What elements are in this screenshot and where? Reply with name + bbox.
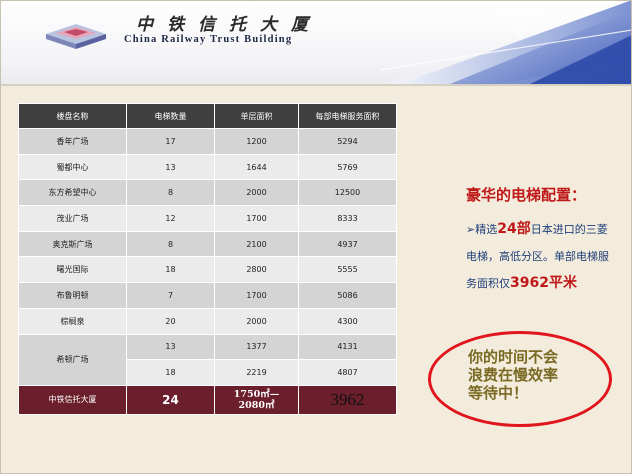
cell-name: 香年广场 <box>18 128 127 155</box>
panel-heading: 豪华的电梯配置： <box>466 186 587 204</box>
header-divider <box>0 84 632 86</box>
cell-elevators: 8 <box>126 230 215 258</box>
cell-elevators: 18 <box>126 256 215 284</box>
cell-service-area: 4131 <box>298 333 397 361</box>
column-header-elevators: 电梯数量 <box>126 103 215 129</box>
column-header-floor-area: 单层面积 <box>214 103 299 129</box>
table-row: 蜀都中心 13 1644 5769 <box>18 153 397 181</box>
cell-elevators: 7 <box>126 282 215 309</box>
logo-english-text: China Railway Trust Building <box>124 34 293 45</box>
table-total-row: 中铁信托大厦 24 1750㎡— 2080㎡ 3962 <box>18 384 397 415</box>
table-row: 棕榈泉 20 2000 4300 <box>18 307 397 335</box>
cell-elevators-total: 24 <box>126 384 215 415</box>
floor-area-range-start: 1750㎡— <box>233 388 280 400</box>
cell-name: 布鲁明顿 <box>18 282 127 309</box>
logo-chinese-text: 中铁信托大厦 <box>136 15 322 35</box>
cell-floor-area: 2000 <box>214 179 299 207</box>
callout-line-2: 浪费在慢效率 <box>468 366 559 384</box>
cell-floor-area: 1200 <box>214 128 299 155</box>
cell-name: 茂业广场 <box>18 205 127 232</box>
cell-floor-area: 1700 <box>214 205 299 232</box>
table-row: 曙光国际 18 2800 5555 <box>18 256 397 284</box>
column-header-name: 楼盘名称 <box>18 103 127 129</box>
cell-service-area-total: 3962 <box>298 384 397 415</box>
cell-elevators: 20 <box>126 307 215 335</box>
service-area-highlight: 3962平米 <box>510 275 577 291</box>
cell-name: 蜀都中心 <box>18 153 127 181</box>
cell-floor-area: 1644 <box>214 153 299 181</box>
cell-floor-area: 2219 <box>214 359 299 386</box>
table-row: 布鲁明顿 7 1700 5086 <box>18 282 397 309</box>
table-row: 香年广场 17 1200 5294 <box>18 128 397 155</box>
cell-elevators: 8 <box>126 179 215 207</box>
slide-header: 中铁信托大厦 China Railway Trust Building <box>0 0 632 84</box>
cell-name-total: 中铁信托大厦 <box>18 384 127 415</box>
cell-name: 东方希望中心 <box>18 179 127 207</box>
cell-floor-area: 1700 <box>214 282 299 309</box>
building-logo-icon <box>46 24 106 49</box>
table-row: 希顿广场 13 1377 4131 <box>18 333 397 386</box>
cell-floor-area-total: 1750㎡— 2080㎡ <box>214 384 299 415</box>
cell-floor-area: 1377 <box>214 333 299 361</box>
table-row: 茂业广场 12 1700 8333 <box>18 205 397 232</box>
cell-service-area: 4300 <box>298 307 397 335</box>
callout-line-3: 等待中！ <box>468 384 529 402</box>
floor-area-range-end: 2080㎡ <box>238 399 275 411</box>
cell-elevators: 13 <box>126 333 215 361</box>
cell-service-area: 4937 <box>298 230 397 258</box>
panel-paragraph: ➢精选24部日本进口的三菱电梯，高低分区。单部电梯服务面积仅3962平米 <box>466 216 616 297</box>
cell-service-area: 8333 <box>298 205 397 232</box>
column-header-service-area: 每部电梯服务面积 <box>298 103 397 129</box>
cell-name: 曙光国际 <box>18 256 127 284</box>
table-header-row: 楼盘名称 电梯数量 单层面积 每部电梯服务面积 <box>18 103 397 129</box>
cell-elevators: 17 <box>126 128 215 155</box>
cell-name: 棕榈泉 <box>18 307 127 335</box>
cell-elevators: 12 <box>126 205 215 232</box>
cell-elevators: 13 <box>126 153 215 181</box>
paragraph-text-1: ➢精选 <box>466 223 498 236</box>
cell-floor-area: 2800 <box>214 256 299 284</box>
elevator-comparison-table: 楼盘名称 电梯数量 单层面积 每部电梯服务面积 香年广场 17 1200 529… <box>18 103 397 415</box>
cell-elevators: 18 <box>126 359 215 386</box>
cell-service-area: 5769 <box>298 153 397 181</box>
header-banner-graphic <box>380 0 632 84</box>
table-row: 奥克斯广场 8 2100 4937 <box>18 230 397 258</box>
cell-name-merged: 希顿广场 <box>18 333 127 386</box>
callout-line-1: 你的时间不会 <box>468 348 559 366</box>
callout-text: 你的时间不会 浪费在慢效率 等待中！ <box>468 348 598 402</box>
cell-floor-area: 2000 <box>214 307 299 335</box>
cell-service-area: 12500 <box>298 179 397 207</box>
cell-service-area: 4807 <box>298 359 397 386</box>
cell-floor-area: 2100 <box>214 230 299 258</box>
cell-service-area: 5086 <box>298 282 397 309</box>
elevator-count-highlight: 24部 <box>497 221 531 237</box>
cell-service-area: 5555 <box>298 256 397 284</box>
table-row: 东方希望中心 8 2000 12500 <box>18 179 397 207</box>
cell-name: 奥克斯广场 <box>18 230 127 258</box>
cell-service-area: 5294 <box>298 128 397 155</box>
service-area-total-value: 3962 <box>330 389 365 409</box>
